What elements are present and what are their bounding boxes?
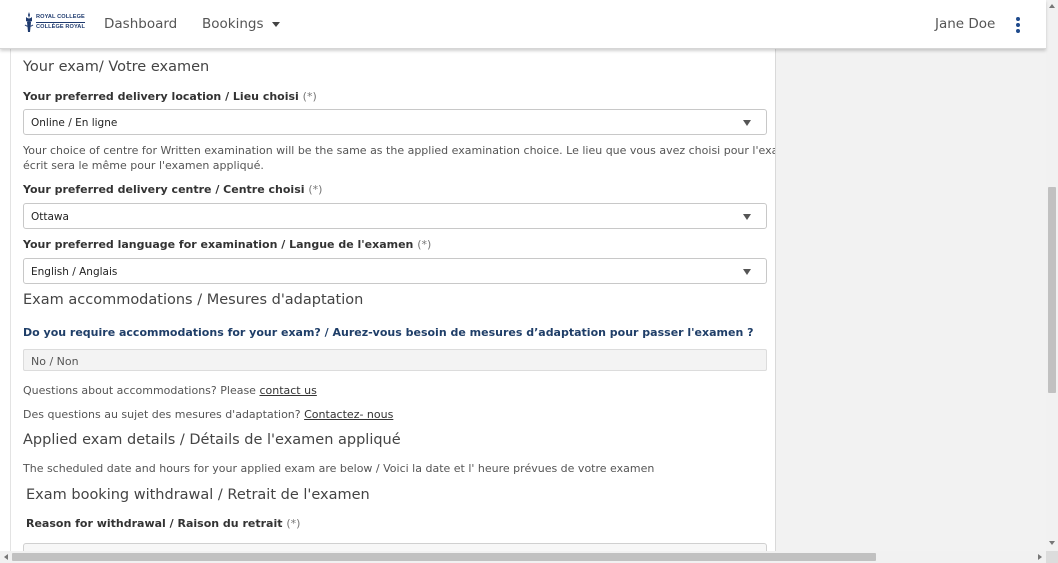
required-marker: (*) bbox=[302, 90, 317, 103]
accommodations-contact-en: Questions about accommodations? Please c… bbox=[23, 384, 317, 397]
scroll-left-arrow-icon[interactable] bbox=[4, 554, 8, 560]
right-sidebar bbox=[775, 48, 1046, 551]
horizontal-scrollbar[interactable] bbox=[0, 551, 1046, 563]
dropdown-arrow-icon bbox=[743, 120, 751, 126]
section-title-applied: Applied exam details / Détails de l'exam… bbox=[23, 432, 401, 448]
dropdown-arrow-icon bbox=[743, 214, 751, 220]
applied-description: The scheduled date and hours for your ap… bbox=[23, 462, 655, 475]
language-label: Your preferred language for examination … bbox=[23, 238, 431, 251]
accommodations-question: Do you require accommodations for your e… bbox=[23, 326, 754, 339]
accommodations-contact-fr: Des questions au sujet des mesures d'ada… bbox=[23, 408, 393, 421]
location-select[interactable]: Online / En ligne bbox=[23, 109, 767, 135]
accommodations-answer-field: No / Non bbox=[23, 349, 767, 371]
centre-label: Your preferred delivery centre / Centre … bbox=[23, 183, 322, 196]
horizontal-scroll-thumb[interactable] bbox=[12, 553, 876, 561]
accommodations-answer-value: No / Non bbox=[31, 355, 79, 368]
royal-college-logo[interactable]: ROYAL COLLEGE COLLÈGE ROYAL bbox=[24, 11, 85, 35]
centre-select[interactable]: Ottawa bbox=[23, 203, 767, 229]
scroll-down-arrow-icon[interactable] bbox=[1049, 541, 1055, 545]
vertical-scroll-thumb[interactable] bbox=[1048, 187, 1056, 393]
vertical-scrollbar[interactable] bbox=[1046, 0, 1058, 551]
section-title-accommodations: Exam accommodations / Mesures d'adaptati… bbox=[23, 292, 364, 308]
location-label: Your preferred delivery location / Lieu … bbox=[23, 90, 317, 103]
centre-select-value: Ottawa bbox=[31, 211, 69, 223]
nav-bookings-dropdown[interactable]: Bookings bbox=[202, 16, 280, 32]
section-title-exam: Your exam/ Votre examen bbox=[23, 59, 210, 75]
left-gutter bbox=[0, 48, 10, 551]
dropdown-arrow-icon bbox=[743, 269, 751, 275]
withdrawal-reason-label: Reason for withdrawal / Raison du retrai… bbox=[26, 517, 300, 530]
logo-text-fr: COLLÈGE ROYAL bbox=[36, 22, 85, 30]
top-navbar: ROYAL COLLEGE COLLÈGE ROYAL Dashboard Bo… bbox=[0, 0, 1046, 49]
withdrawal-reason-text: Reason for withdrawal / Raison du retrai… bbox=[26, 517, 283, 530]
centre-label-text: Your preferred delivery centre / Centre … bbox=[23, 183, 305, 196]
location-help-line1: Your choice of centre for Written examin… bbox=[23, 144, 776, 157]
scroll-up-arrow-icon[interactable] bbox=[1049, 4, 1055, 8]
scrollbar-corner bbox=[1046, 551, 1058, 563]
more-menu-icon[interactable] bbox=[1015, 17, 1021, 33]
caret-down-icon bbox=[271, 21, 280, 27]
section-title-withdrawal: Exam booking withdrawal / Retrait de l'e… bbox=[26, 487, 370, 503]
withdrawal-reason-select[interactable] bbox=[23, 543, 767, 551]
nav-bookings-label: Bookings bbox=[202, 16, 264, 32]
scroll-right-arrow-icon[interactable] bbox=[1038, 554, 1042, 560]
contact-en-prefix: Questions about accommodations? Please bbox=[23, 384, 260, 397]
user-name[interactable]: Jane Doe bbox=[935, 16, 995, 32]
location-help-line2: écrit sera le même pour l'examen appliqu… bbox=[23, 159, 264, 172]
language-select[interactable]: English / Anglais bbox=[23, 258, 767, 284]
language-select-value: English / Anglais bbox=[31, 266, 118, 278]
logo-text-en: ROYAL COLLEGE bbox=[36, 14, 85, 20]
booking-form: Your exam/ Votre examen Your preferred d… bbox=[10, 48, 776, 551]
required-marker: (*) bbox=[286, 517, 301, 530]
required-marker: (*) bbox=[308, 183, 323, 196]
location-select-value: Online / En ligne bbox=[31, 117, 118, 129]
language-label-text: Your preferred language for examination … bbox=[23, 238, 414, 251]
contactez-nous-link[interactable]: Contactez- nous bbox=[304, 408, 393, 421]
contact-fr-prefix: Des questions au sujet des mesures d'ada… bbox=[23, 408, 305, 421]
required-marker: (*) bbox=[417, 238, 432, 251]
location-label-text: Your preferred delivery location / Lieu … bbox=[23, 90, 299, 103]
crest-icon bbox=[24, 12, 34, 32]
contact-us-link[interactable]: contact us bbox=[259, 384, 316, 397]
nav-dashboard-link[interactable]: Dashboard bbox=[104, 16, 177, 32]
